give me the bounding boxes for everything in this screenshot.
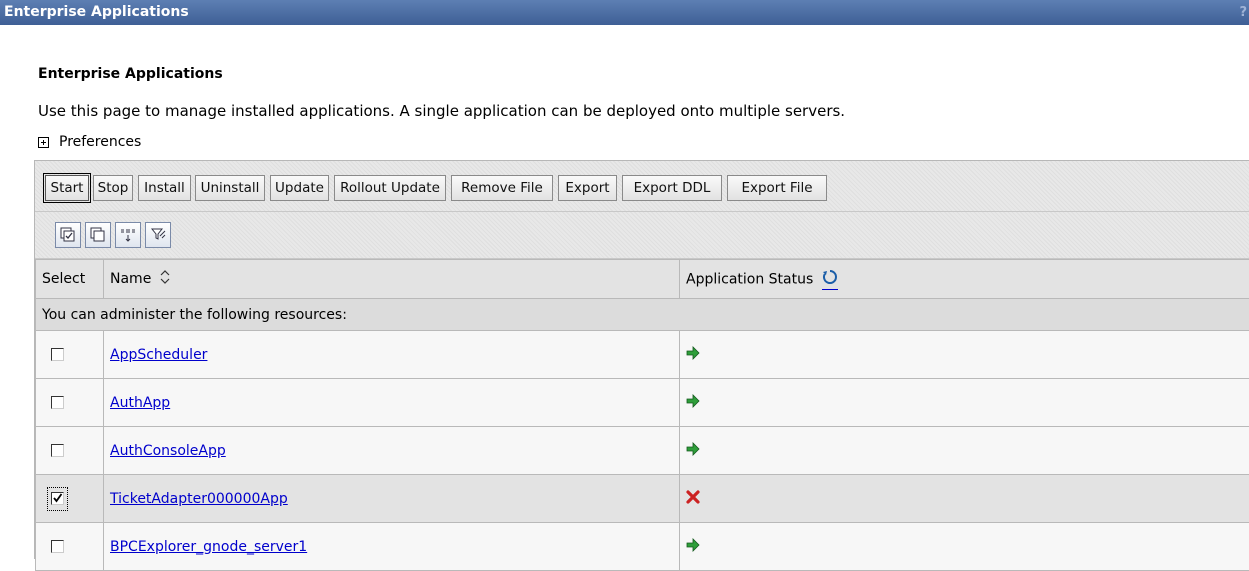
- select-cell: [36, 475, 104, 523]
- update-button[interactable]: Update: [270, 175, 329, 201]
- status-cell: [680, 427, 1249, 475]
- export-button[interactable]: Export: [558, 175, 617, 201]
- page-description: Use this page to manage installed applic…: [38, 102, 845, 120]
- group-header-row: You can administer the following resourc…: [36, 299, 1249, 331]
- app-link[interactable]: TicketAdapter000000App: [110, 491, 288, 507]
- stop-button[interactable]: Stop: [93, 175, 133, 201]
- select-cell: [36, 379, 104, 427]
- status-cell: [680, 523, 1249, 571]
- sort-icon[interactable]: [160, 270, 170, 288]
- app-link[interactable]: BPCExplorer_gnode_server1: [110, 539, 307, 555]
- name-column-label: Name: [110, 271, 151, 287]
- window-title-bar: Enterprise Applications ?: [0, 0, 1249, 25]
- row-checkbox[interactable]: [51, 396, 64, 409]
- applications-panel: Start Stop Install Uninstall Update Roll…: [34, 160, 1249, 559]
- deselect-all-icon[interactable]: [85, 222, 111, 248]
- window-title: Enterprise Applications: [4, 4, 189, 20]
- started-icon: [686, 442, 700, 456]
- app-link[interactable]: AuthConsoleApp: [110, 443, 226, 459]
- name-cell: BPCExplorer_gnode_server1: [104, 523, 680, 571]
- export-ddl-button[interactable]: Export DDL: [622, 175, 722, 201]
- refresh-icon[interactable]: [822, 269, 838, 290]
- name-cell: TicketAdapter000000App: [104, 475, 680, 523]
- started-icon: [686, 538, 700, 552]
- select-column-header: Select: [36, 260, 104, 299]
- table-row: AuthConsoleApp: [36, 427, 1249, 475]
- name-cell: AuthConsoleApp: [104, 427, 680, 475]
- install-button[interactable]: Install: [138, 175, 191, 201]
- status-cell: [680, 331, 1249, 379]
- row-checkbox[interactable]: [51, 444, 64, 457]
- selection-toolbar: [35, 212, 1249, 259]
- table-row: TicketAdapter000000App: [36, 475, 1249, 523]
- app-link[interactable]: AppScheduler: [110, 347, 207, 363]
- select-all-icon[interactable]: [55, 222, 81, 248]
- help-icon[interactable]: ?: [1239, 0, 1247, 25]
- status-column-label: Application Status: [686, 271, 813, 287]
- rollout-update-button[interactable]: Rollout Update: [334, 175, 446, 201]
- applications-table: Select Name Application Status You can a…: [35, 259, 1249, 571]
- status-cell: [680, 475, 1249, 523]
- status-cell: [680, 379, 1249, 427]
- table-row: BPCExplorer_gnode_server1: [36, 523, 1249, 571]
- select-cell: [36, 523, 104, 571]
- name-column-header[interactable]: Name: [104, 260, 680, 299]
- clear-filter-icon[interactable]: [145, 222, 171, 248]
- remove-file-button[interactable]: Remove File: [451, 175, 553, 201]
- select-cell: [36, 331, 104, 379]
- start-button[interactable]: Start: [45, 175, 89, 201]
- uninstall-button[interactable]: Uninstall: [195, 175, 265, 201]
- preferences-toggle[interactable]: Preferences: [38, 134, 141, 150]
- name-cell: AuthApp: [104, 379, 680, 427]
- table-row: AppScheduler: [36, 331, 1249, 379]
- started-icon: [686, 346, 700, 360]
- export-file-button[interactable]: Export File: [727, 175, 827, 201]
- stopped-icon: [686, 490, 700, 504]
- app-link[interactable]: AuthApp: [110, 395, 170, 411]
- status-column-header: Application Status: [680, 260, 1249, 299]
- select-cell: [36, 427, 104, 475]
- name-cell: AppScheduler: [104, 331, 680, 379]
- expand-icon[interactable]: [38, 137, 49, 148]
- preferences-label: Preferences: [59, 134, 141, 150]
- row-checkbox[interactable]: [51, 348, 64, 361]
- row-checkbox[interactable]: [51, 492, 64, 505]
- table-header-row: Select Name Application Status: [36, 260, 1249, 299]
- group-label: You can administer the following resourc…: [36, 299, 1249, 331]
- page-title: Enterprise Applications: [38, 66, 223, 82]
- show-filter-icon[interactable]: [115, 222, 141, 248]
- action-toolbar: Start Stop Install Uninstall Update Roll…: [35, 161, 1249, 212]
- table-row: AuthApp: [36, 379, 1249, 427]
- row-checkbox[interactable]: [51, 540, 64, 553]
- started-icon: [686, 394, 700, 408]
